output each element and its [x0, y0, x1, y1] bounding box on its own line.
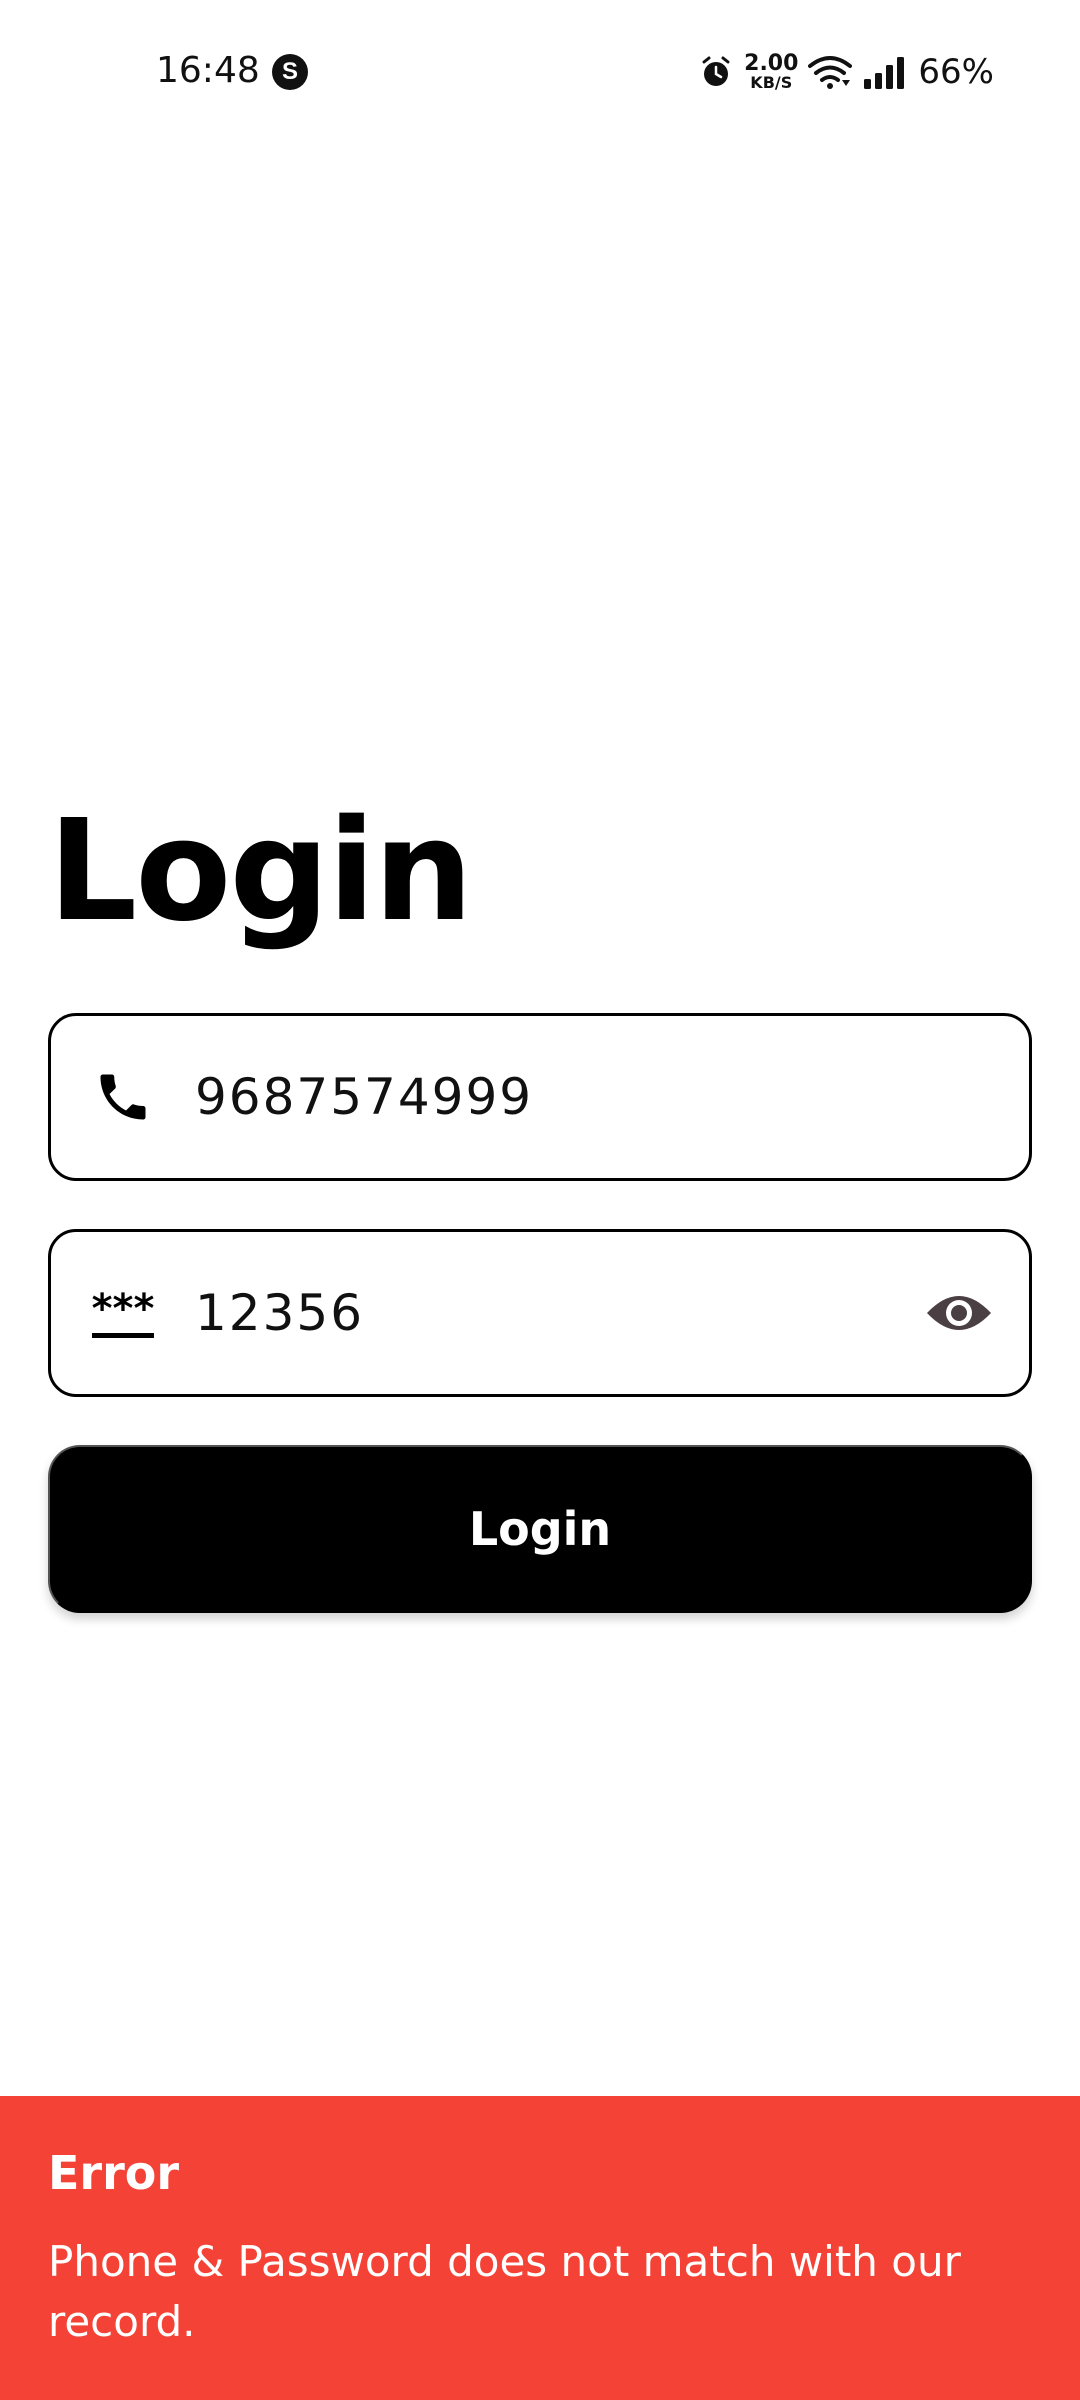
status-time: 16:48: [156, 50, 260, 91]
phone-input-value[interactable]: 9687574999: [195, 1068, 533, 1126]
password-icon-glyph: ***: [91, 1285, 155, 1332]
skype-icon: S: [272, 54, 308, 90]
error-snackbar: Error Phone & Password does not match wi…: [0, 2096, 1080, 2400]
error-title: Error: [48, 2146, 180, 2200]
password-icon-underline: [91, 1332, 154, 1338]
network-speed-value: 2.00: [744, 51, 799, 76]
status-bar: 16:48 S 2.00 KB/S 66%: [0, 0, 1080, 140]
password-field[interactable]: *** 12356: [48, 1229, 1032, 1397]
phone-icon: [91, 1065, 155, 1129]
error-message: Phone & Password does not match with our…: [48, 2237, 961, 2346]
status-icons: 2.00 KB/S 66%: [698, 50, 994, 94]
page-title: Login: [48, 790, 473, 953]
battery-percentage: 66%: [918, 52, 994, 92]
visibility-toggle-eye-icon[interactable]: [923, 1277, 995, 1349]
network-speed: 2.00 KB/S: [744, 53, 798, 91]
wifi-icon: [808, 54, 853, 90]
alarm-icon: [698, 54, 734, 90]
network-speed-unit: KB/S: [750, 73, 793, 92]
login-screen: 16:48 S 2.00 KB/S 66% Login 9687574999 *…: [0, 0, 1080, 2400]
signal-icon: [862, 55, 908, 89]
password-input-value[interactable]: 12356: [195, 1284, 364, 1342]
password-icon: ***: [91, 1281, 155, 1345]
login-button[interactable]: Login: [48, 1445, 1032, 1613]
phone-field[interactable]: 9687574999: [48, 1013, 1032, 1181]
